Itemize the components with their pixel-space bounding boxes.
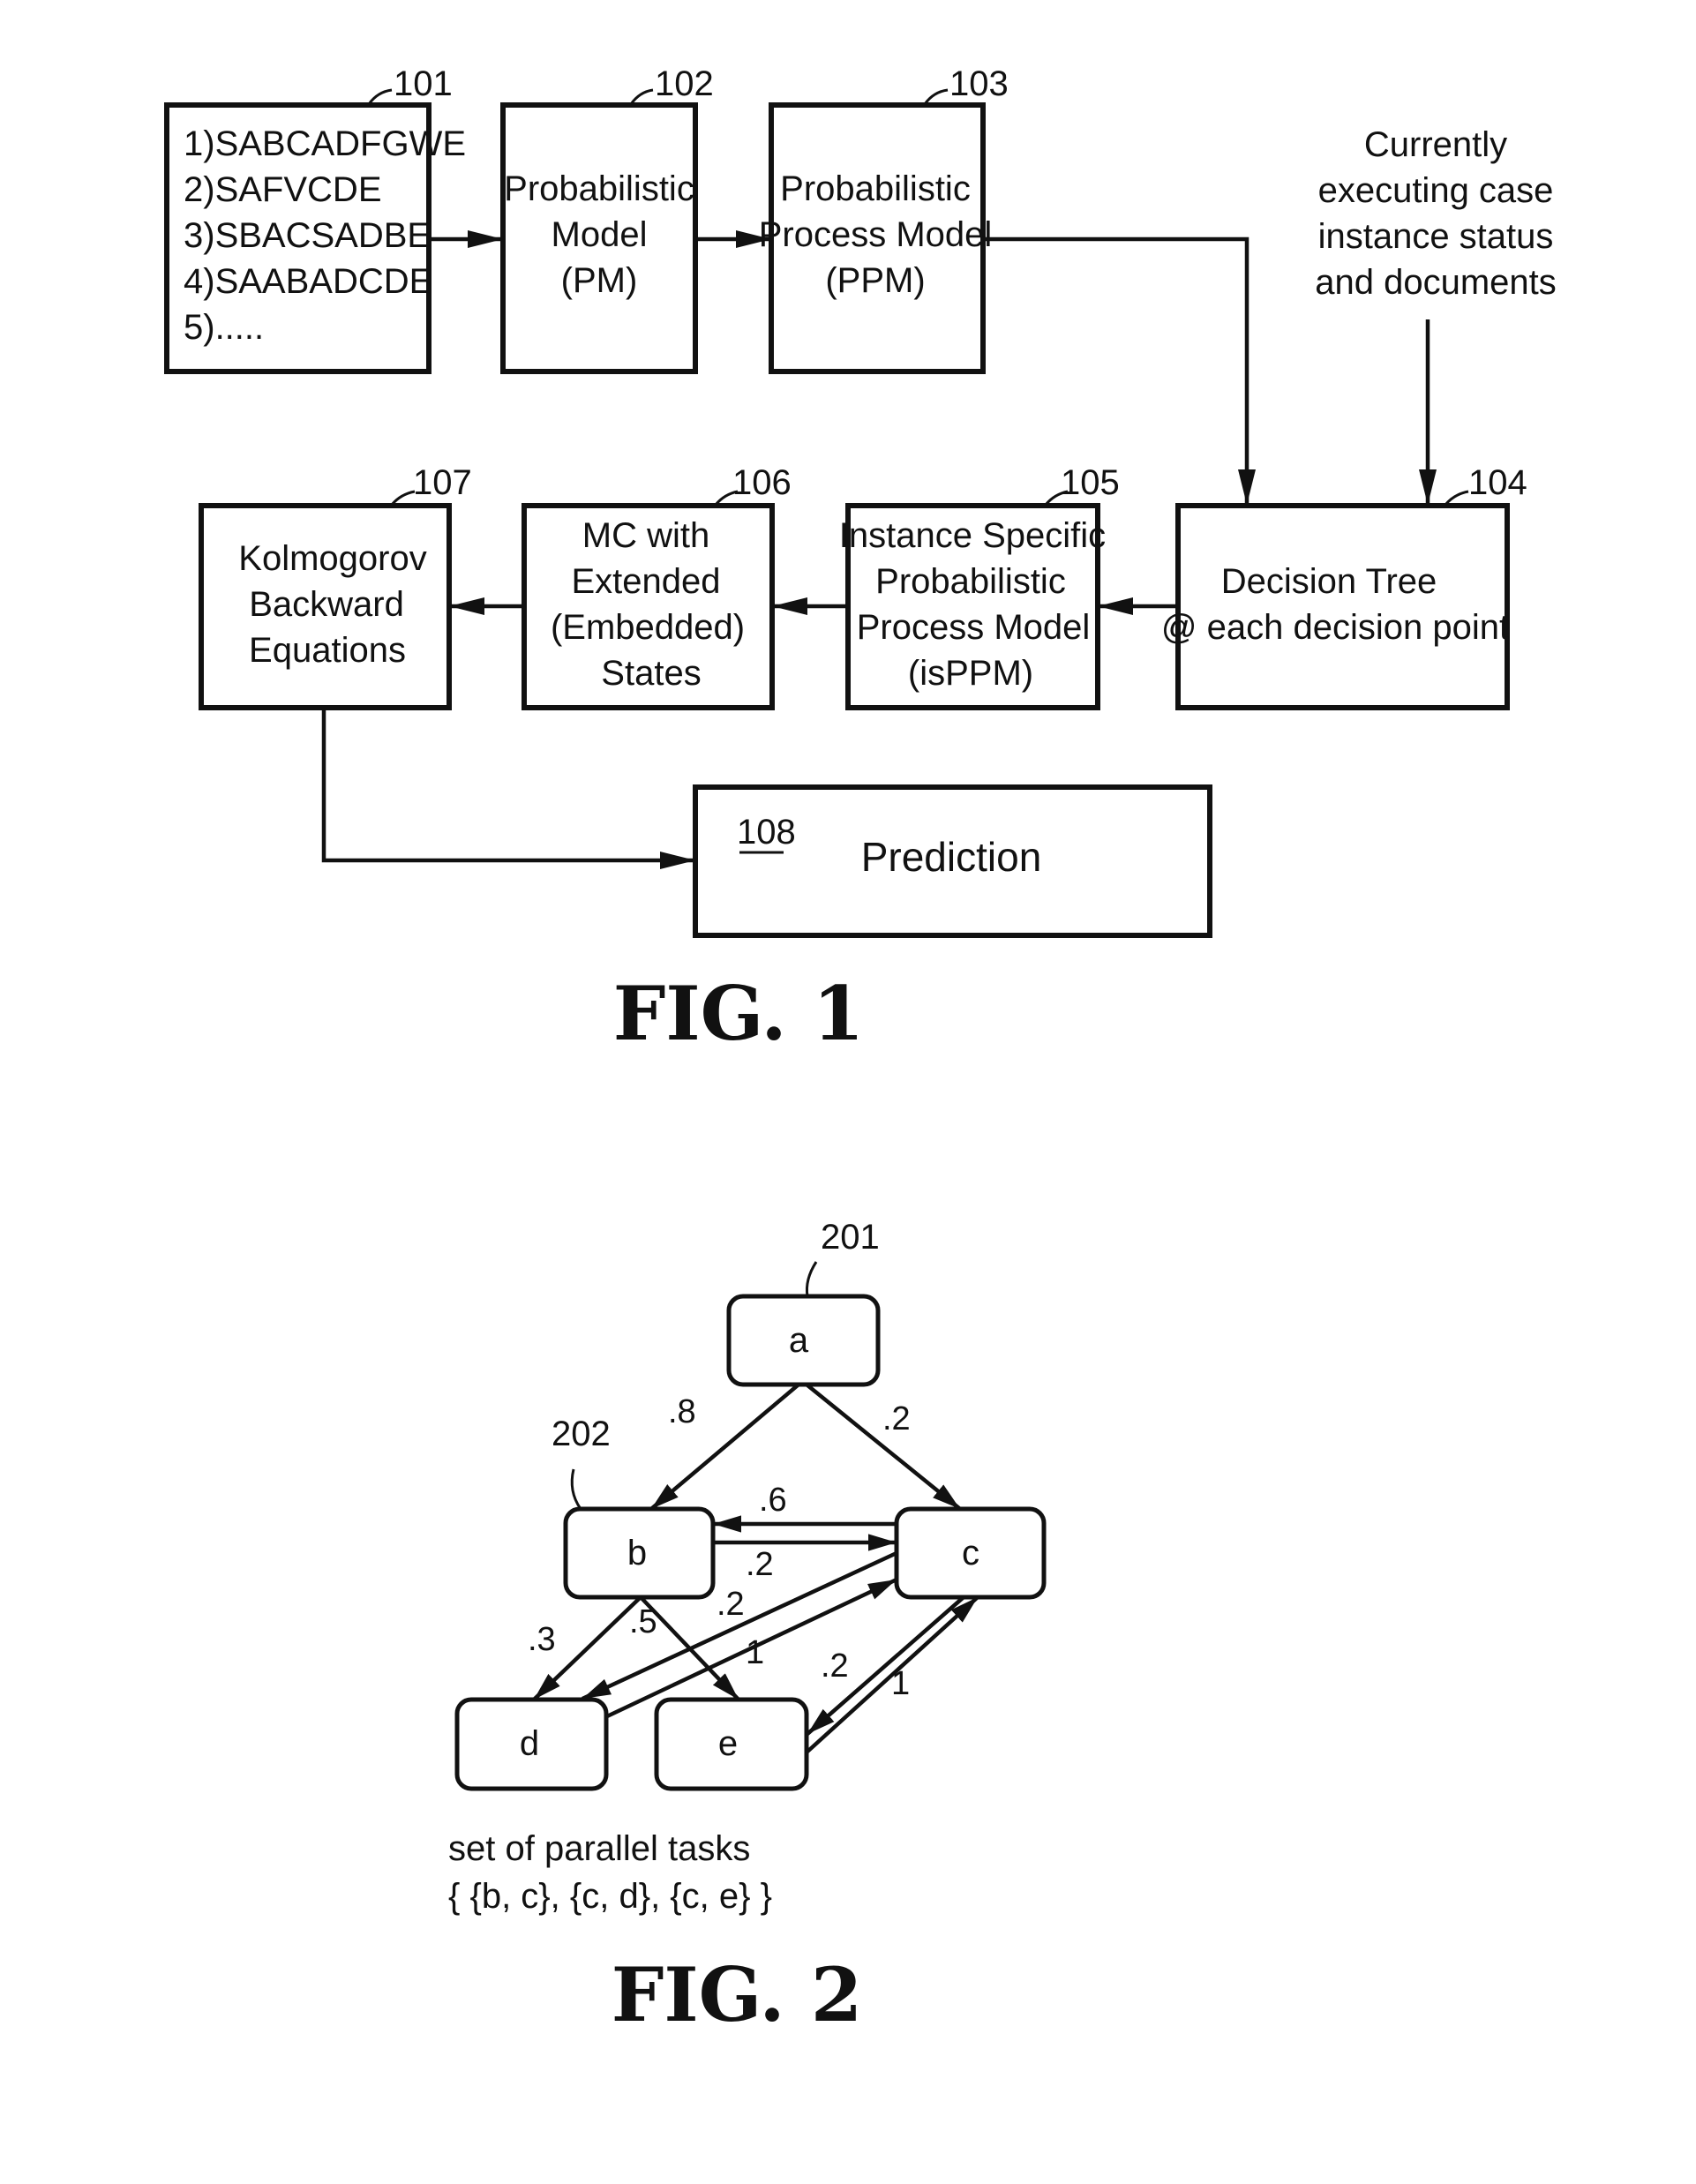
- fig-1-caption: FIG. 1: [613, 970, 865, 1057]
- node-a-label: a: [789, 1321, 809, 1360]
- figure-2: 201 202 a b c d e .8 .2 .6 .2 .3 .5 .2 1…: [448, 1218, 1047, 2038]
- box-105-line-1: Instance Specific: [839, 516, 1106, 555]
- ref-105: 105: [1061, 463, 1120, 502]
- box-107-line-1: Kolmogorov: [238, 539, 426, 578]
- external-input-line-3: instance status: [1318, 217, 1554, 256]
- trace-5: 5).....: [184, 308, 264, 347]
- prob-c-d: .2: [717, 1586, 745, 1623]
- box-106-line-1: MC with: [582, 516, 709, 555]
- node-d: d: [454, 1697, 609, 1791]
- node-c: c: [894, 1506, 1047, 1600]
- box-105-line-4: (isPPM): [908, 654, 1033, 693]
- prob-b-c: .2: [746, 1546, 774, 1583]
- ref-102: 102: [655, 64, 714, 103]
- fig-2-caption: FIG. 2: [612, 1951, 863, 2038]
- node-d-label: d: [520, 1724, 539, 1763]
- parallel-tasks-set: { {b, c}, {c, d}, {c, e} }: [448, 1877, 772, 1916]
- box-107-line-2: Backward: [249, 585, 404, 624]
- box-103-probabilistic-process-model: 103 Probabilistic Process Model (PPM): [759, 64, 1009, 374]
- prediction-label: Prediction: [861, 834, 1042, 880]
- trace-4: 4)SAABADCDE: [184, 262, 432, 301]
- patent-drawing: 101 1)SABCADFGWE 2)SAFVCDE 3)SBACSADBE 4…: [164, 64, 1557, 2038]
- ref-102-leader: [629, 88, 654, 105]
- box-102-line-3: (PM): [561, 261, 638, 300]
- node-e: e: [654, 1697, 809, 1791]
- node-b-label: b: [627, 1534, 647, 1572]
- ref-104-leader: [1444, 490, 1469, 506]
- box-102-line-1: Probabilistic: [504, 169, 694, 208]
- prob-c-e: .2: [821, 1647, 849, 1685]
- prob-e-c: 1: [891, 1665, 910, 1702]
- ref-201-leader: [806, 1261, 818, 1297]
- parallel-tasks-title: set of parallel tasks: [448, 1829, 750, 1868]
- prob-a-c: .2: [882, 1400, 911, 1437]
- node-a: a: [726, 1294, 881, 1387]
- box-101-traces: 101 1)SABCADFGWE 2)SAFVCDE 3)SBACSADBE 4…: [164, 64, 466, 374]
- box-105-instance-specific-ppm: 105 Instance Specific Probabilistic Proc…: [839, 463, 1120, 710]
- box-104-line-2: @ each decision point: [1161, 608, 1509, 647]
- ref-107: 107: [413, 463, 472, 502]
- ref-202-leader: [570, 1468, 582, 1510]
- arrow-107-to-108: [321, 708, 695, 869]
- box-105-line-2: Probabilistic: [875, 562, 1066, 601]
- box-106-line-2: Extended: [571, 562, 720, 601]
- ref-103-leader: [923, 88, 949, 105]
- box-103-line-1: Probabilistic: [780, 169, 971, 208]
- box-104-decision-tree: 104 Decision Tree @ each decision point: [1161, 463, 1527, 710]
- ref-202: 202: [552, 1415, 611, 1453]
- box-103-line-2: Process Model: [759, 215, 993, 254]
- box-103-line-3: (PPM): [825, 261, 925, 300]
- external-input-label: Currently executing case instance status…: [1315, 125, 1557, 302]
- box-106-line-4: States: [601, 654, 701, 693]
- ref-108: 108: [737, 813, 796, 852]
- trace-2: 2)SAFVCDE: [184, 170, 382, 209]
- ref-106: 106: [732, 463, 792, 502]
- box-105-line-3: Process Model: [857, 608, 1091, 647]
- external-input-line-2: executing case: [1318, 171, 1554, 210]
- prob-d-c: 1: [746, 1634, 764, 1671]
- box-104-line-1: Decision Tree: [1221, 562, 1437, 601]
- node-c-label: c: [962, 1534, 979, 1572]
- box-104-frame: [1175, 503, 1510, 710]
- ref-103: 103: [949, 64, 1009, 103]
- ref-101: 101: [394, 64, 453, 103]
- trace-1: 1)SABCADFGWE: [184, 124, 466, 163]
- ref-107-leader: [390, 490, 416, 506]
- box-102-line-2: Model: [552, 215, 648, 254]
- ref-201: 201: [821, 1218, 880, 1257]
- box-108-prediction: 108 Prediction: [693, 784, 1212, 938]
- ref-104: 104: [1468, 463, 1527, 502]
- external-input-line-1: Currently: [1364, 125, 1507, 164]
- box-106-markov-chain: 106 MC with Extended (Embedded) States: [522, 463, 792, 710]
- ref-101-leader: [367, 88, 393, 105]
- prob-b-d: .3: [528, 1621, 556, 1658]
- box-102-probabilistic-model: 102 Probabilistic Model (PM): [500, 64, 714, 374]
- node-b: b: [563, 1506, 716, 1600]
- box-107-kolmogorov: 107 Kolmogorov Backward Equations: [199, 463, 472, 710]
- prob-a-b: .8: [668, 1393, 696, 1430]
- trace-3: 3)SBACSADBE: [184, 216, 431, 255]
- box-106-line-3: (Embedded): [551, 608, 745, 647]
- external-input-line-4: and documents: [1315, 263, 1557, 302]
- figure-1: 101 1)SABCADFGWE 2)SAFVCDE 3)SBACSADBE 4…: [164, 64, 1557, 1057]
- prob-b-e: .5: [629, 1603, 657, 1640]
- box-107-line-3: Equations: [249, 631, 406, 670]
- node-e-label: e: [718, 1724, 738, 1763]
- prob-c-b: .6: [759, 1482, 787, 1519]
